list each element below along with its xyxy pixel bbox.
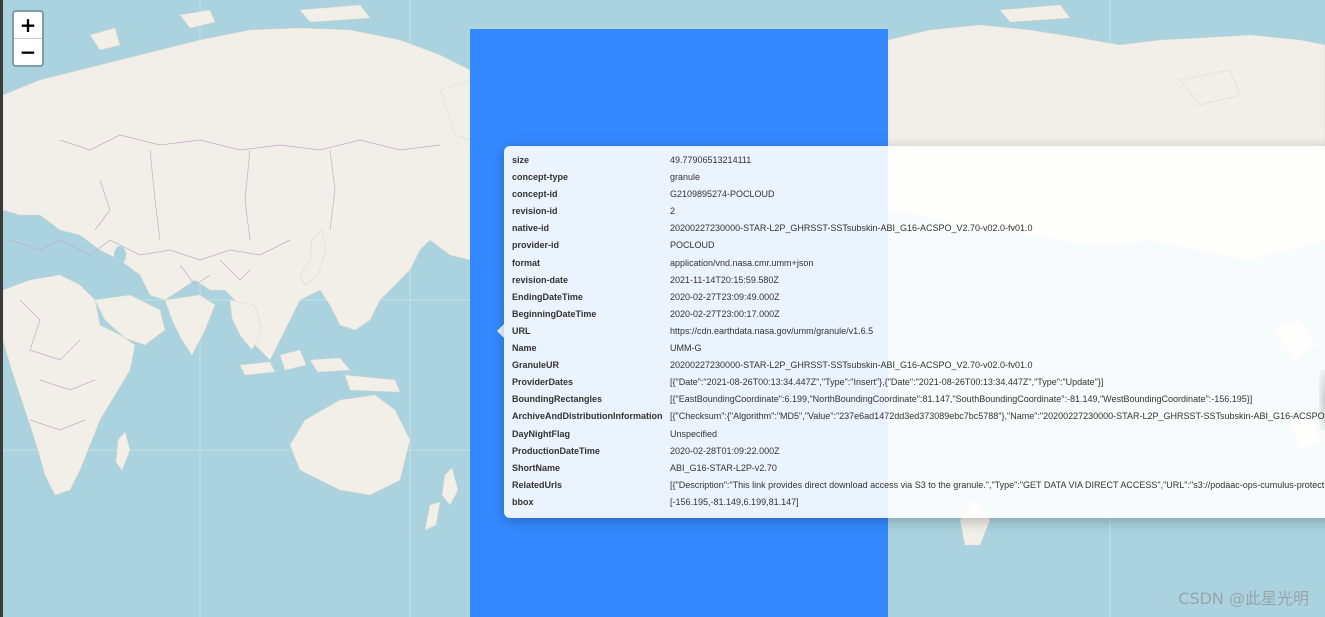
property-key: concept-type xyxy=(512,172,569,183)
property-value: [{"Description":"This link provides dire… xyxy=(670,479,1325,490)
property-value: 20200227230000-STAR-L2P_GHRSST-SSTsubski… xyxy=(670,360,1033,371)
property-row: ProviderDates [{"Date":"2021-08-26T00:13:… xyxy=(512,374,1325,391)
property-key: DayNightFlag xyxy=(512,428,571,439)
popup-tip xyxy=(497,324,504,338)
property-key: size xyxy=(512,155,530,165)
property-row: EndingDateTime 2020-02-27T23:09:49.000Z xyxy=(512,289,1325,306)
property-row: ProductionDateTime 2020-02-28T01:09:22.00… xyxy=(512,443,1325,460)
property-key: provider-id xyxy=(512,240,560,251)
property-key: EndingDateTime xyxy=(512,291,583,302)
property-value: [{"Date":"2021-08-26T00:13:34.447Z","Typ… xyxy=(670,377,1104,388)
property-key: BoundingRectangles xyxy=(512,394,603,405)
property-row: format application/vnd.nasa.cmr.umm+json xyxy=(512,255,1325,272)
property-row: URL https://cdn.earthdata.nasa.gov/umm/gr… xyxy=(512,323,1325,340)
zoom-in-button[interactable]: + xyxy=(14,12,42,39)
property-row: GranuleUR 20200227230000-STAR-L2P_GHRSST-… xyxy=(512,357,1325,374)
property-value: https://cdn.earthdata.nasa.gov/umm/granu… xyxy=(670,325,874,336)
property-key: revision-date xyxy=(512,274,569,285)
watermark: CSDN @此星光明 xyxy=(1178,589,1309,608)
property-key: BeginningDateTime xyxy=(512,308,597,319)
property-row: native-id 20200227230000-STAR-L2P_GHRSST-… xyxy=(512,220,1325,237)
property-value: G2109895274-POCLOUD xyxy=(670,189,775,200)
property-key: GranuleUR xyxy=(512,360,560,371)
property-key: URL xyxy=(512,325,531,336)
map-canvas[interactable]: + − size 49.77906513214111 concept-type gra… xyxy=(0,0,1325,617)
property-value: Unspecified xyxy=(670,428,718,439)
properties-table: size 49.77906513214111 concept-type granule… xyxy=(512,152,1325,511)
property-key: bbox xyxy=(512,496,534,507)
property-key: RelatedUrls xyxy=(512,479,563,490)
property-row: ArchiveAndDistributionInformation [{"Chec… xyxy=(512,408,1325,425)
property-value: POCLOUD xyxy=(670,240,715,251)
property-row: revision-date 2021-11-14T20:15:59.580Z xyxy=(512,272,1325,289)
property-value: [-156.195,-81.149,6.199,81.147] xyxy=(670,496,799,507)
property-row: ShortName ABI_G16-STAR-L2P-v2.70 xyxy=(512,460,1325,477)
property-value: 2 xyxy=(670,206,676,217)
property-value: 2020-02-27T23:00:17.000Z xyxy=(670,308,780,319)
property-row: revision-id 2 xyxy=(512,203,1325,220)
property-row: provider-id POCLOUD xyxy=(512,237,1325,254)
property-key: concept-id xyxy=(512,189,558,200)
property-value: 2020-02-28T01:09:22.000Z xyxy=(670,445,780,456)
property-key: revision-id xyxy=(512,206,558,217)
property-key: format xyxy=(512,257,541,268)
property-value: granule xyxy=(670,172,701,183)
property-row: DayNightFlag Unspecified xyxy=(512,426,1325,443)
property-row: concept-id G2109895274-POCLOUD xyxy=(512,186,1325,203)
feature-popup: size 49.77906513214111 concept-type granule… xyxy=(504,146,1325,518)
left-edge-bar xyxy=(0,0,3,617)
property-key: ProviderDates xyxy=(512,377,574,388)
zoom-control: + − xyxy=(12,10,44,67)
property-row: bbox [-156.195,-81.149,6.199,81.147] xyxy=(512,494,1325,511)
scroll-shadow xyxy=(1319,370,1325,430)
zoom-out-button[interactable]: − xyxy=(14,39,42,65)
property-key: native-id xyxy=(512,223,550,234)
property-value: 20200227230000-STAR-L2P_GHRSST-SSTsubski… xyxy=(670,223,1033,234)
property-value: [{"EastBoundingCoordinate":6.199,"NorthB… xyxy=(670,394,1253,405)
property-value: 49.77906513214111 xyxy=(670,155,752,165)
property-value: [{"Checksum":{"Algorithm":"MD5","Value":… xyxy=(670,411,1325,422)
property-value: application/vnd.nasa.cmr.umm+json xyxy=(670,257,814,268)
property-key: Name xyxy=(512,343,537,354)
property-row: concept-type granule xyxy=(512,169,1325,186)
property-row: RelatedUrls [{"Description":"This link pr… xyxy=(512,477,1325,494)
property-row: BeginningDateTime 2020-02-27T23:00:17.000… xyxy=(512,306,1325,323)
property-value: 2020-02-27T23:09:49.000Z xyxy=(670,291,780,302)
property-key: ArchiveAndDistributionInformation xyxy=(512,411,663,422)
property-value: 2021-11-14T20:15:59.580Z xyxy=(670,274,779,285)
property-row: BoundingRectangles [{"EastBoundingCoordin… xyxy=(512,391,1325,408)
property-row: size 49.77906513214111 xyxy=(512,152,1325,169)
property-value: UMM-G xyxy=(670,343,702,354)
property-row: Name UMM-G xyxy=(512,340,1325,357)
property-value: ABI_G16-STAR-L2P-v2.70 xyxy=(670,462,777,473)
property-key: ProductionDateTime xyxy=(512,445,600,456)
property-key: ShortName xyxy=(512,462,561,473)
